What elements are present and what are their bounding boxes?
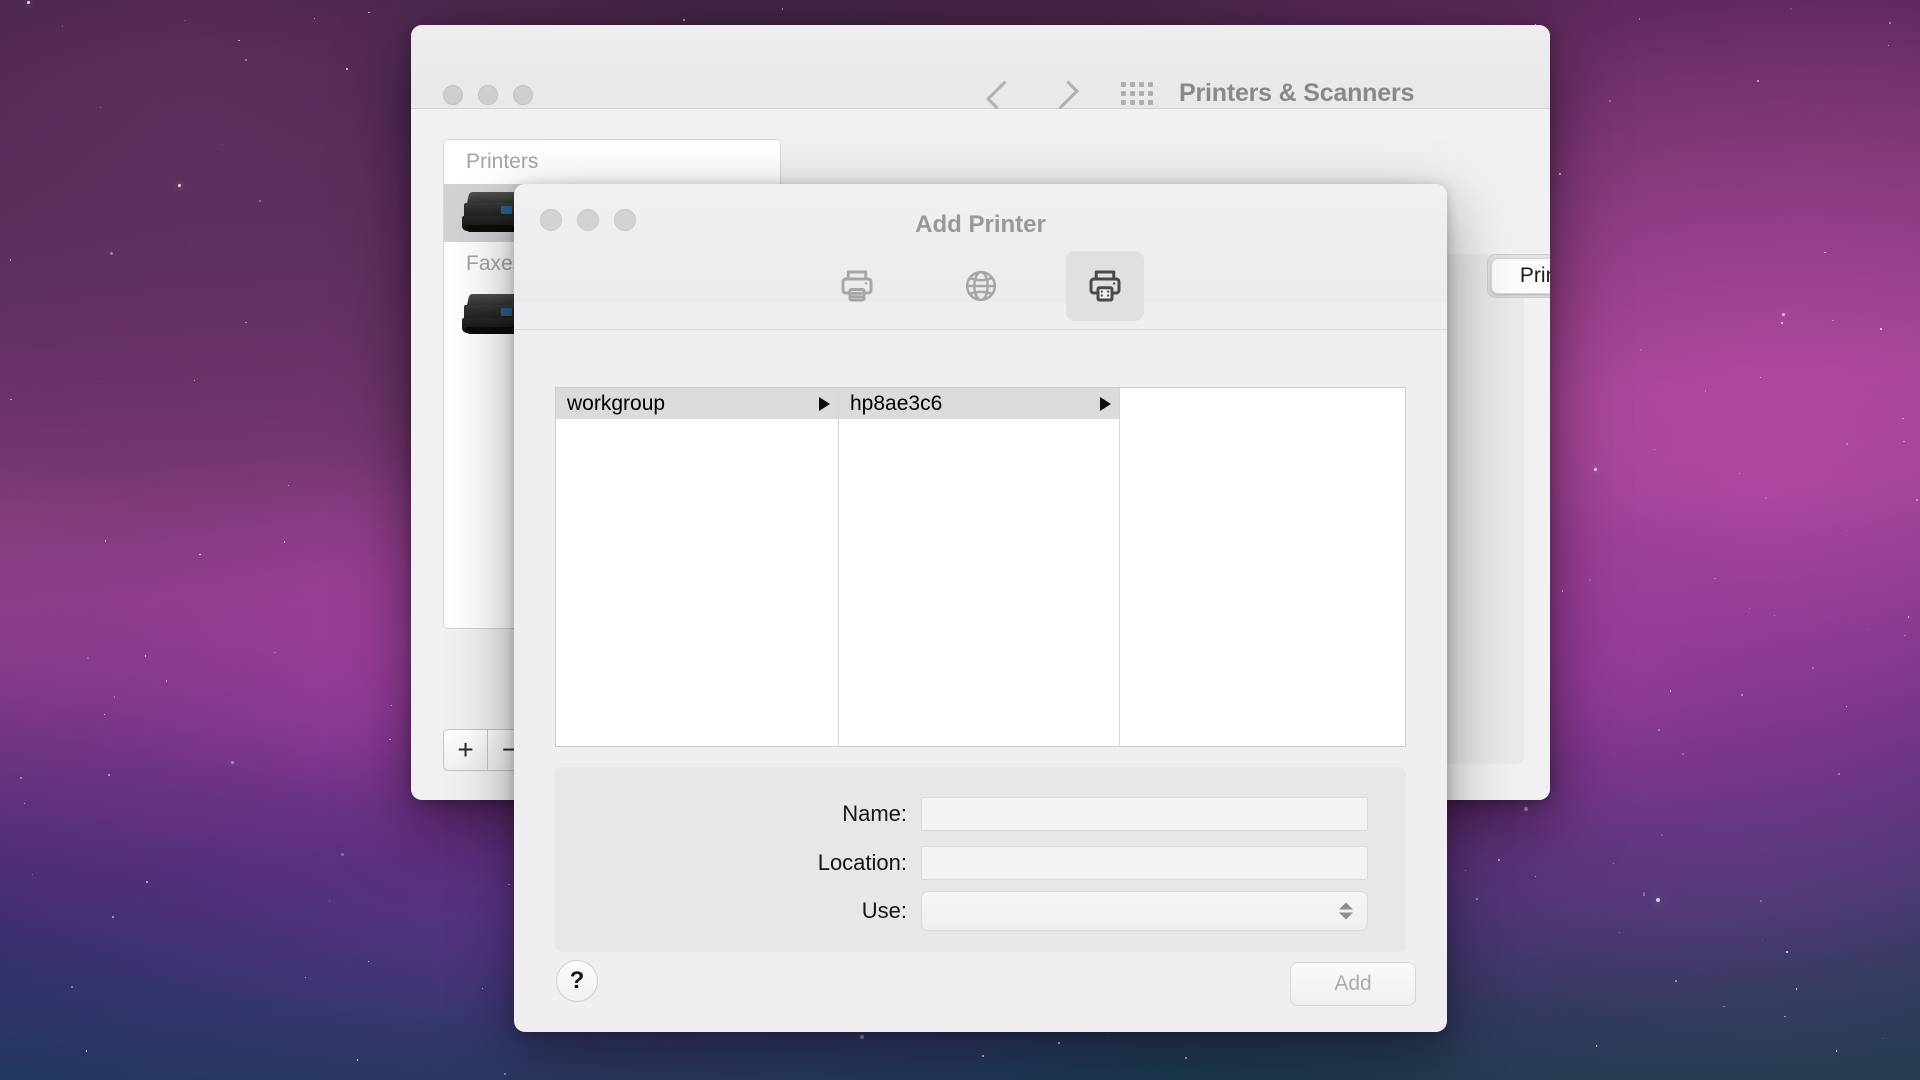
windows-printer-icon xyxy=(1084,265,1126,307)
browser-column-hosts[interactable]: hp8ae3c6 xyxy=(839,388,1120,746)
add-printer-button[interactable]: + xyxy=(443,729,488,771)
location-label: Location: xyxy=(555,850,921,876)
browser-row-host[interactable]: hp8ae3c6 xyxy=(839,388,1119,419)
add-button: Add xyxy=(1290,962,1416,1006)
chevron-up-down-icon xyxy=(1339,903,1353,920)
browser-row-label: hp8ae3c6 xyxy=(850,392,1100,416)
tab-print[interactable]: Print xyxy=(1491,258,1550,294)
back-button[interactable] xyxy=(985,77,1015,113)
disclosure-triangle-icon xyxy=(819,397,830,411)
name-label: Name: xyxy=(555,801,921,827)
browser-row-workgroup[interactable]: workgroup xyxy=(556,388,838,419)
location-row: Location: xyxy=(555,846,1406,880)
globe-icon xyxy=(961,266,1001,306)
dialog-traffic-lights[interactable] xyxy=(540,209,636,231)
use-popup-button[interactable] xyxy=(921,891,1368,931)
close-button[interactable] xyxy=(443,85,463,105)
chevron-left-icon xyxy=(986,81,1015,110)
location-field[interactable] xyxy=(921,846,1368,880)
name-field[interactable] xyxy=(921,797,1368,831)
name-row: Name: xyxy=(555,797,1406,831)
chevron-right-icon xyxy=(1050,81,1079,110)
dialog-help-button[interactable]: ? xyxy=(556,960,598,1002)
dialog-zoom-button[interactable] xyxy=(614,209,636,231)
print-scan-segmented-control[interactable]: Print Scan xyxy=(1487,254,1550,298)
browser-column-shares[interactable] xyxy=(1120,388,1405,746)
forward-button[interactable] xyxy=(1049,77,1079,113)
dialog-close-button[interactable] xyxy=(540,209,562,231)
sidebar-group-printers: Printers xyxy=(444,140,780,184)
printer-details-form: Name: Location: Use: xyxy=(555,767,1406,952)
ip-printer-tab[interactable] xyxy=(942,251,1020,321)
toolbar-divider xyxy=(514,329,1447,330)
use-row: Use: xyxy=(555,891,1406,931)
default-printer-tab[interactable] xyxy=(818,251,896,321)
window-titlebar: Printers & Scanners Search xyxy=(411,25,1550,109)
add-printer-dialog: Add Printer xyxy=(514,184,1447,1032)
zoom-button[interactable] xyxy=(513,85,533,105)
minimize-button[interactable] xyxy=(478,85,498,105)
use-label: Use: xyxy=(555,898,921,924)
disclosure-triangle-icon xyxy=(1100,397,1111,411)
browser-row-label: workgroup xyxy=(567,392,819,416)
window-traffic-lights[interactable] xyxy=(443,85,533,105)
network-browser[interactable]: workgroup hp8ae3c6 xyxy=(555,387,1406,747)
dialog-title: Add Printer xyxy=(514,211,1447,239)
page-title: Printers & Scanners xyxy=(1179,79,1414,108)
dialog-minimize-button[interactable] xyxy=(577,209,599,231)
printer-icon xyxy=(836,265,878,307)
dialog-toolbar xyxy=(514,244,1447,328)
browser-column-workgroups[interactable]: workgroup xyxy=(556,388,839,746)
windows-printer-tab[interactable] xyxy=(1066,251,1144,321)
